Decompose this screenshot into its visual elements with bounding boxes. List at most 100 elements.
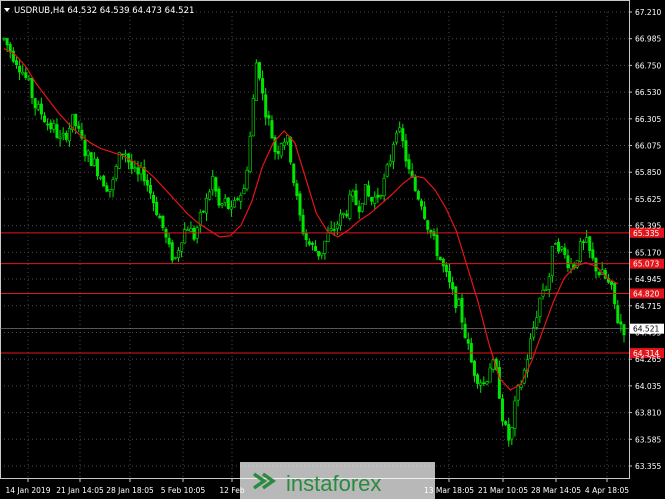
y-tick-label: 66.305 — [635, 115, 661, 124]
y-tick-label: 65.625 — [635, 195, 661, 204]
candle-body — [170, 242, 174, 261]
candle-body — [186, 229, 190, 232]
y-tick-label: 65.850 — [635, 168, 661, 177]
candle-body — [463, 323, 467, 339]
candle-body — [550, 245, 554, 276]
y-tick-label: 64.715 — [635, 302, 661, 311]
x-tick-label: 14 Jan 2019 — [6, 486, 51, 495]
y-tick-label: 64.945 — [635, 275, 661, 284]
candle-body — [363, 183, 367, 205]
candle — [89, 151, 93, 166]
x-tick-label: 13 Mar 18:05 — [424, 486, 474, 495]
candle-body — [438, 256, 442, 261]
candle-body — [338, 213, 342, 226]
candle-body — [295, 183, 299, 196]
candle-body — [167, 237, 171, 245]
candle — [245, 166, 249, 192]
candle — [289, 136, 293, 165]
candle-body — [342, 213, 346, 216]
candle-body — [27, 78, 31, 80]
candle-body — [357, 206, 361, 213]
candle-body — [310, 242, 314, 245]
current-price-label: 64.521 — [633, 325, 659, 334]
candle-body — [373, 196, 377, 204]
candle-body — [529, 338, 533, 359]
candle-body — [270, 120, 274, 139]
candle-body — [407, 159, 411, 170]
candle — [257, 61, 261, 81]
candle-body — [423, 206, 427, 219]
candle — [385, 163, 389, 178]
candle-body — [55, 124, 59, 138]
candle-body — [432, 231, 436, 237]
candle-body — [497, 367, 501, 399]
y-tick-label: 66.530 — [635, 88, 661, 97]
candle-body — [14, 60, 18, 66]
candle-body — [578, 241, 582, 262]
candle-body — [519, 384, 523, 388]
x-tick-label: 4 Apr 18:05 — [585, 486, 629, 495]
candle-body — [326, 232, 330, 242]
y-tick-label: 63.355 — [635, 462, 661, 471]
candle-body — [95, 158, 99, 177]
candle-body — [476, 374, 480, 384]
candle-body — [108, 189, 112, 192]
candle-body — [538, 297, 542, 317]
candle — [251, 94, 255, 137]
candle-body — [229, 206, 233, 210]
candle-body — [223, 198, 227, 203]
candle-body — [320, 252, 324, 256]
candle-body — [267, 115, 271, 119]
candle-body — [301, 214, 305, 234]
candle-body — [83, 140, 87, 157]
candle-body — [205, 197, 209, 214]
candle-body — [124, 153, 128, 156]
candle-body — [67, 128, 71, 142]
candle-body — [391, 143, 395, 162]
candle-body — [226, 197, 230, 209]
y-tick-label: 63.585 — [635, 435, 661, 444]
candle — [248, 131, 252, 174]
candle-body — [535, 317, 539, 328]
candle-body — [254, 62, 258, 101]
candle-body — [553, 243, 557, 245]
candle-body — [379, 195, 383, 197]
candle — [279, 142, 283, 159]
candle-body — [192, 227, 196, 240]
candle-body — [594, 257, 598, 272]
candle-body — [610, 281, 614, 285]
candle-body — [74, 113, 78, 127]
candle-body — [245, 170, 249, 190]
candle-body — [239, 194, 243, 202]
candle-body — [460, 297, 464, 323]
candle-body — [220, 203, 224, 206]
candle-body — [148, 184, 152, 194]
candle-body — [416, 191, 420, 200]
candle-body — [376, 194, 380, 198]
candle-body — [5, 38, 9, 46]
y-tick-label: 67.210 — [635, 8, 661, 17]
candle-body — [114, 166, 118, 179]
candle-body — [86, 150, 90, 156]
candle-body — [448, 271, 452, 283]
candle-body — [155, 201, 159, 215]
candle — [226, 197, 230, 210]
candle-body — [413, 177, 417, 192]
candle-body — [317, 251, 321, 257]
candle-body — [139, 166, 143, 175]
candle-body — [622, 324, 626, 336]
candle — [170, 239, 174, 264]
candle-body — [332, 229, 336, 231]
candle-body — [479, 382, 483, 386]
chart-header[interactable]: USDRUB,H4 64.532 64.539 64.473 64.521 — [4, 6, 194, 16]
candle-body — [588, 236, 592, 251]
x-tick-label: 21 Mar 10:05 — [478, 486, 528, 495]
candle-body — [183, 229, 187, 244]
candle-body — [560, 246, 564, 250]
candle-body — [616, 305, 620, 324]
candle-body — [388, 160, 392, 165]
y-tick-label: 65.170 — [635, 248, 661, 257]
price-chart[interactable]: 65.33565.07364.82064.314 67.21066.98566.… — [0, 0, 665, 499]
candle-body — [136, 167, 140, 175]
candle-body — [482, 382, 486, 385]
